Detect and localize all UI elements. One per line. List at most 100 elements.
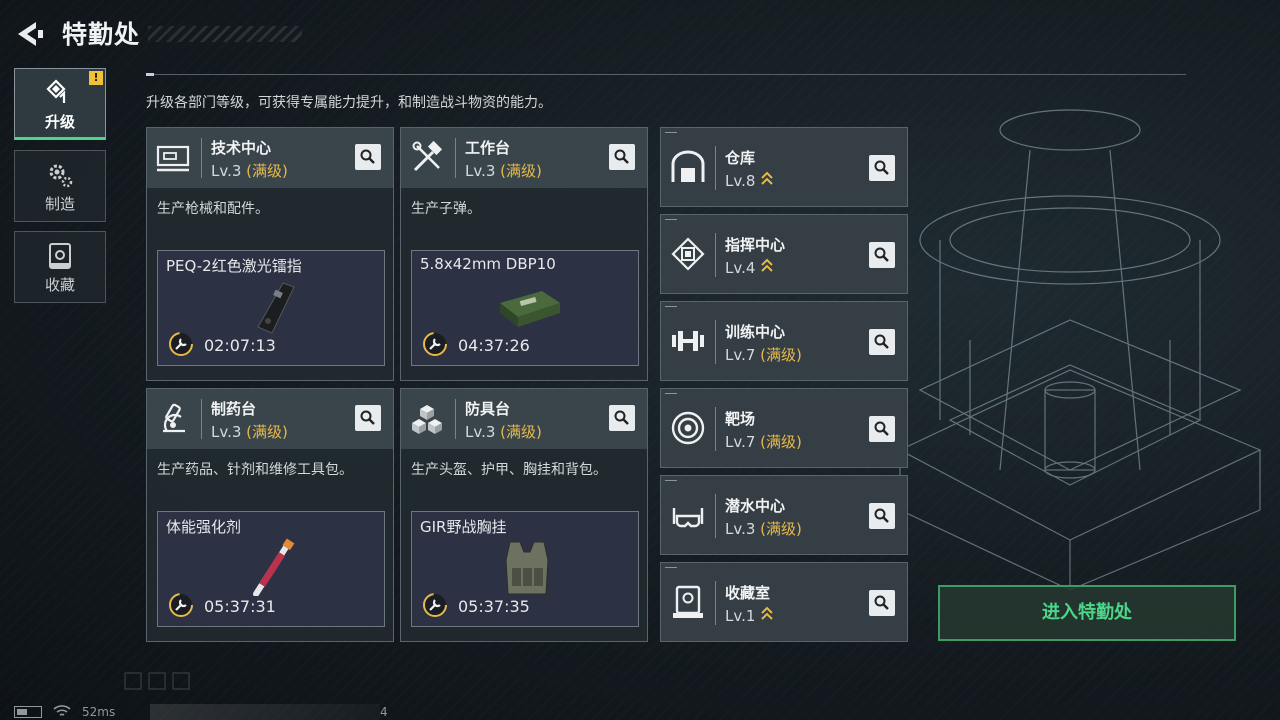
production-slot[interactable]: 体能强化剂 05:37:31 xyxy=(157,511,385,627)
level-text: Lv.7 xyxy=(725,346,756,364)
facility-level: Lv.1 xyxy=(725,605,774,625)
level-text: Lv.3 xyxy=(725,520,756,538)
bottom-number: 4 xyxy=(380,705,388,719)
production-timer: 04:37:26 xyxy=(458,336,530,355)
search-button[interactable] xyxy=(869,155,895,181)
max-level-tag: (满级) xyxy=(760,346,802,364)
facility-warehouse[interactable]: 仓库 Lv.8 xyxy=(660,127,908,207)
corner-decoration xyxy=(665,132,677,133)
level-text: Lv.8 xyxy=(725,172,756,190)
alert-badge: ! xyxy=(89,71,103,85)
card-level: Lv.3 (满级) xyxy=(211,421,288,442)
facility-collection-room[interactable]: 收藏室 Lv.1 xyxy=(660,562,908,642)
corner-decoration xyxy=(665,306,677,307)
corner-decoration xyxy=(665,480,677,481)
dumbbell-icon xyxy=(672,331,704,351)
tab-collection[interactable]: 收藏 xyxy=(14,231,106,303)
search-icon xyxy=(874,247,889,262)
chest-rig-image xyxy=(505,541,549,595)
battery-icon xyxy=(14,706,42,718)
level-text: Lv.3 xyxy=(465,423,496,441)
level-text: Lv.7 xyxy=(725,433,756,451)
card-pharmacy[interactable]: 制药台 Lv.3 (满级) 生产药品、针剂和维修工具包。 体能强化剂 05:37… xyxy=(146,388,394,642)
card-armor-bench[interactable]: 防具台 Lv.3 (满级) 生产头盔、护甲、胸挂和背包。 GIR野战胸挂 05:… xyxy=(400,388,648,642)
chip-icon xyxy=(671,237,705,271)
search-button[interactable] xyxy=(869,329,895,355)
tab-label: 制造 xyxy=(44,195,75,213)
card-title: 制药台 xyxy=(211,400,257,418)
card-tech-center[interactable]: 技术中心 Lv.3 (满级) 生产枪械和配件。 PEQ-2红色激光镭指 02:0… xyxy=(146,127,394,381)
search-button[interactable] xyxy=(869,590,895,616)
card-description: 生产枪械和配件。 xyxy=(157,201,269,217)
divider xyxy=(715,320,716,364)
search-button[interactable] xyxy=(355,405,381,431)
bottom-strip xyxy=(150,704,380,720)
card-title: 工作台 xyxy=(465,139,511,157)
product-name: GIR野战胸挂 xyxy=(420,518,507,536)
header-divider xyxy=(455,138,456,178)
facility-command-center[interactable]: 指挥中心 Lv.4 xyxy=(660,214,908,294)
wrench-timer-icon xyxy=(169,593,193,617)
wrench-timer-icon xyxy=(423,593,447,617)
facility-name: 潜水中心 xyxy=(725,497,786,515)
card-header: 制药台 Lv.3 (满级) xyxy=(147,389,393,449)
search-icon xyxy=(874,421,889,436)
max-level-tag: (满级) xyxy=(246,162,288,180)
syringe-image xyxy=(253,538,295,596)
corner-decoration xyxy=(124,672,190,690)
gear-icon xyxy=(49,164,73,188)
collection-icon xyxy=(49,243,71,269)
warehouse-icon xyxy=(671,150,705,182)
search-button[interactable] xyxy=(609,405,635,431)
max-level-tag: (满级) xyxy=(500,423,542,441)
wrench-timer-icon xyxy=(169,332,193,356)
search-icon xyxy=(874,508,889,523)
wrench-timer-icon xyxy=(423,332,447,356)
search-button[interactable] xyxy=(869,242,895,268)
card-level: Lv.3 (满级) xyxy=(465,421,542,442)
search-button[interactable] xyxy=(355,144,381,170)
max-level-tag: (满级) xyxy=(246,423,288,441)
upgrade-chevron-icon xyxy=(761,606,773,620)
production-slot[interactable]: PEQ-2红色激光镭指 02:07:13 xyxy=(157,250,385,366)
facility-training-center[interactable]: 训练中心 Lv.7 (满级) xyxy=(660,301,908,381)
production-slot[interactable]: 5.8x42mm DBP10 04:37:26 xyxy=(411,250,639,366)
production-slot[interactable]: GIR野战胸挂 05:37:35 xyxy=(411,511,639,627)
top-divider xyxy=(146,74,1186,75)
card-workbench[interactable]: 工作台 Lv.3 (满级) 生产子弹。 5.8x42mm DBP10 04:37… xyxy=(400,127,648,381)
target-icon xyxy=(671,411,705,445)
product-name: PEQ-2红色激光镭指 xyxy=(166,257,302,275)
search-button[interactable] xyxy=(869,503,895,529)
facility-level: Lv.8 xyxy=(725,170,774,190)
facility-name: 收藏室 xyxy=(725,584,771,602)
production-timer: 05:37:35 xyxy=(458,597,530,616)
search-button[interactable] xyxy=(869,416,895,442)
card-level: Lv.3 (满级) xyxy=(211,160,288,181)
blueprint-building-illustration xyxy=(898,109,1262,591)
diving-mask-icon xyxy=(672,508,704,528)
card-level: Lv.3 (满级) xyxy=(465,160,542,181)
header: 特勤处 xyxy=(0,0,310,64)
card-description: 生产子弹。 xyxy=(411,201,481,217)
search-button[interactable] xyxy=(609,144,635,170)
corner-decoration xyxy=(665,393,677,394)
search-icon xyxy=(874,595,889,610)
tab-manufacture[interactable]: 制造 xyxy=(14,150,106,222)
search-icon xyxy=(360,149,375,164)
facility-diving-center[interactable]: 潜水中心 Lv.3 (满级) xyxy=(660,475,908,555)
microscope-icon xyxy=(163,403,185,433)
level-text: Lv.1 xyxy=(725,607,756,625)
back-arrow-icon[interactable] xyxy=(14,18,46,50)
search-icon xyxy=(614,149,629,164)
tab-label: 升级 xyxy=(44,113,75,131)
title-decoration xyxy=(148,26,302,42)
card-description: 生产药品、针剂和维修工具包。 xyxy=(157,462,353,478)
divider-accent xyxy=(146,73,154,76)
enter-special-ops-button[interactable]: 进入特勤处 xyxy=(938,585,1236,641)
page-title: 特勤处 xyxy=(62,20,141,49)
max-level-tag: (满级) xyxy=(760,520,802,538)
level-text: Lv.3 xyxy=(211,162,242,180)
production-timer: 02:07:13 xyxy=(204,336,276,355)
facility-shooting-range[interactable]: 靶场 Lv.7 (满级) xyxy=(660,388,908,468)
tab-upgrade[interactable]: ! 升级 xyxy=(14,68,106,140)
